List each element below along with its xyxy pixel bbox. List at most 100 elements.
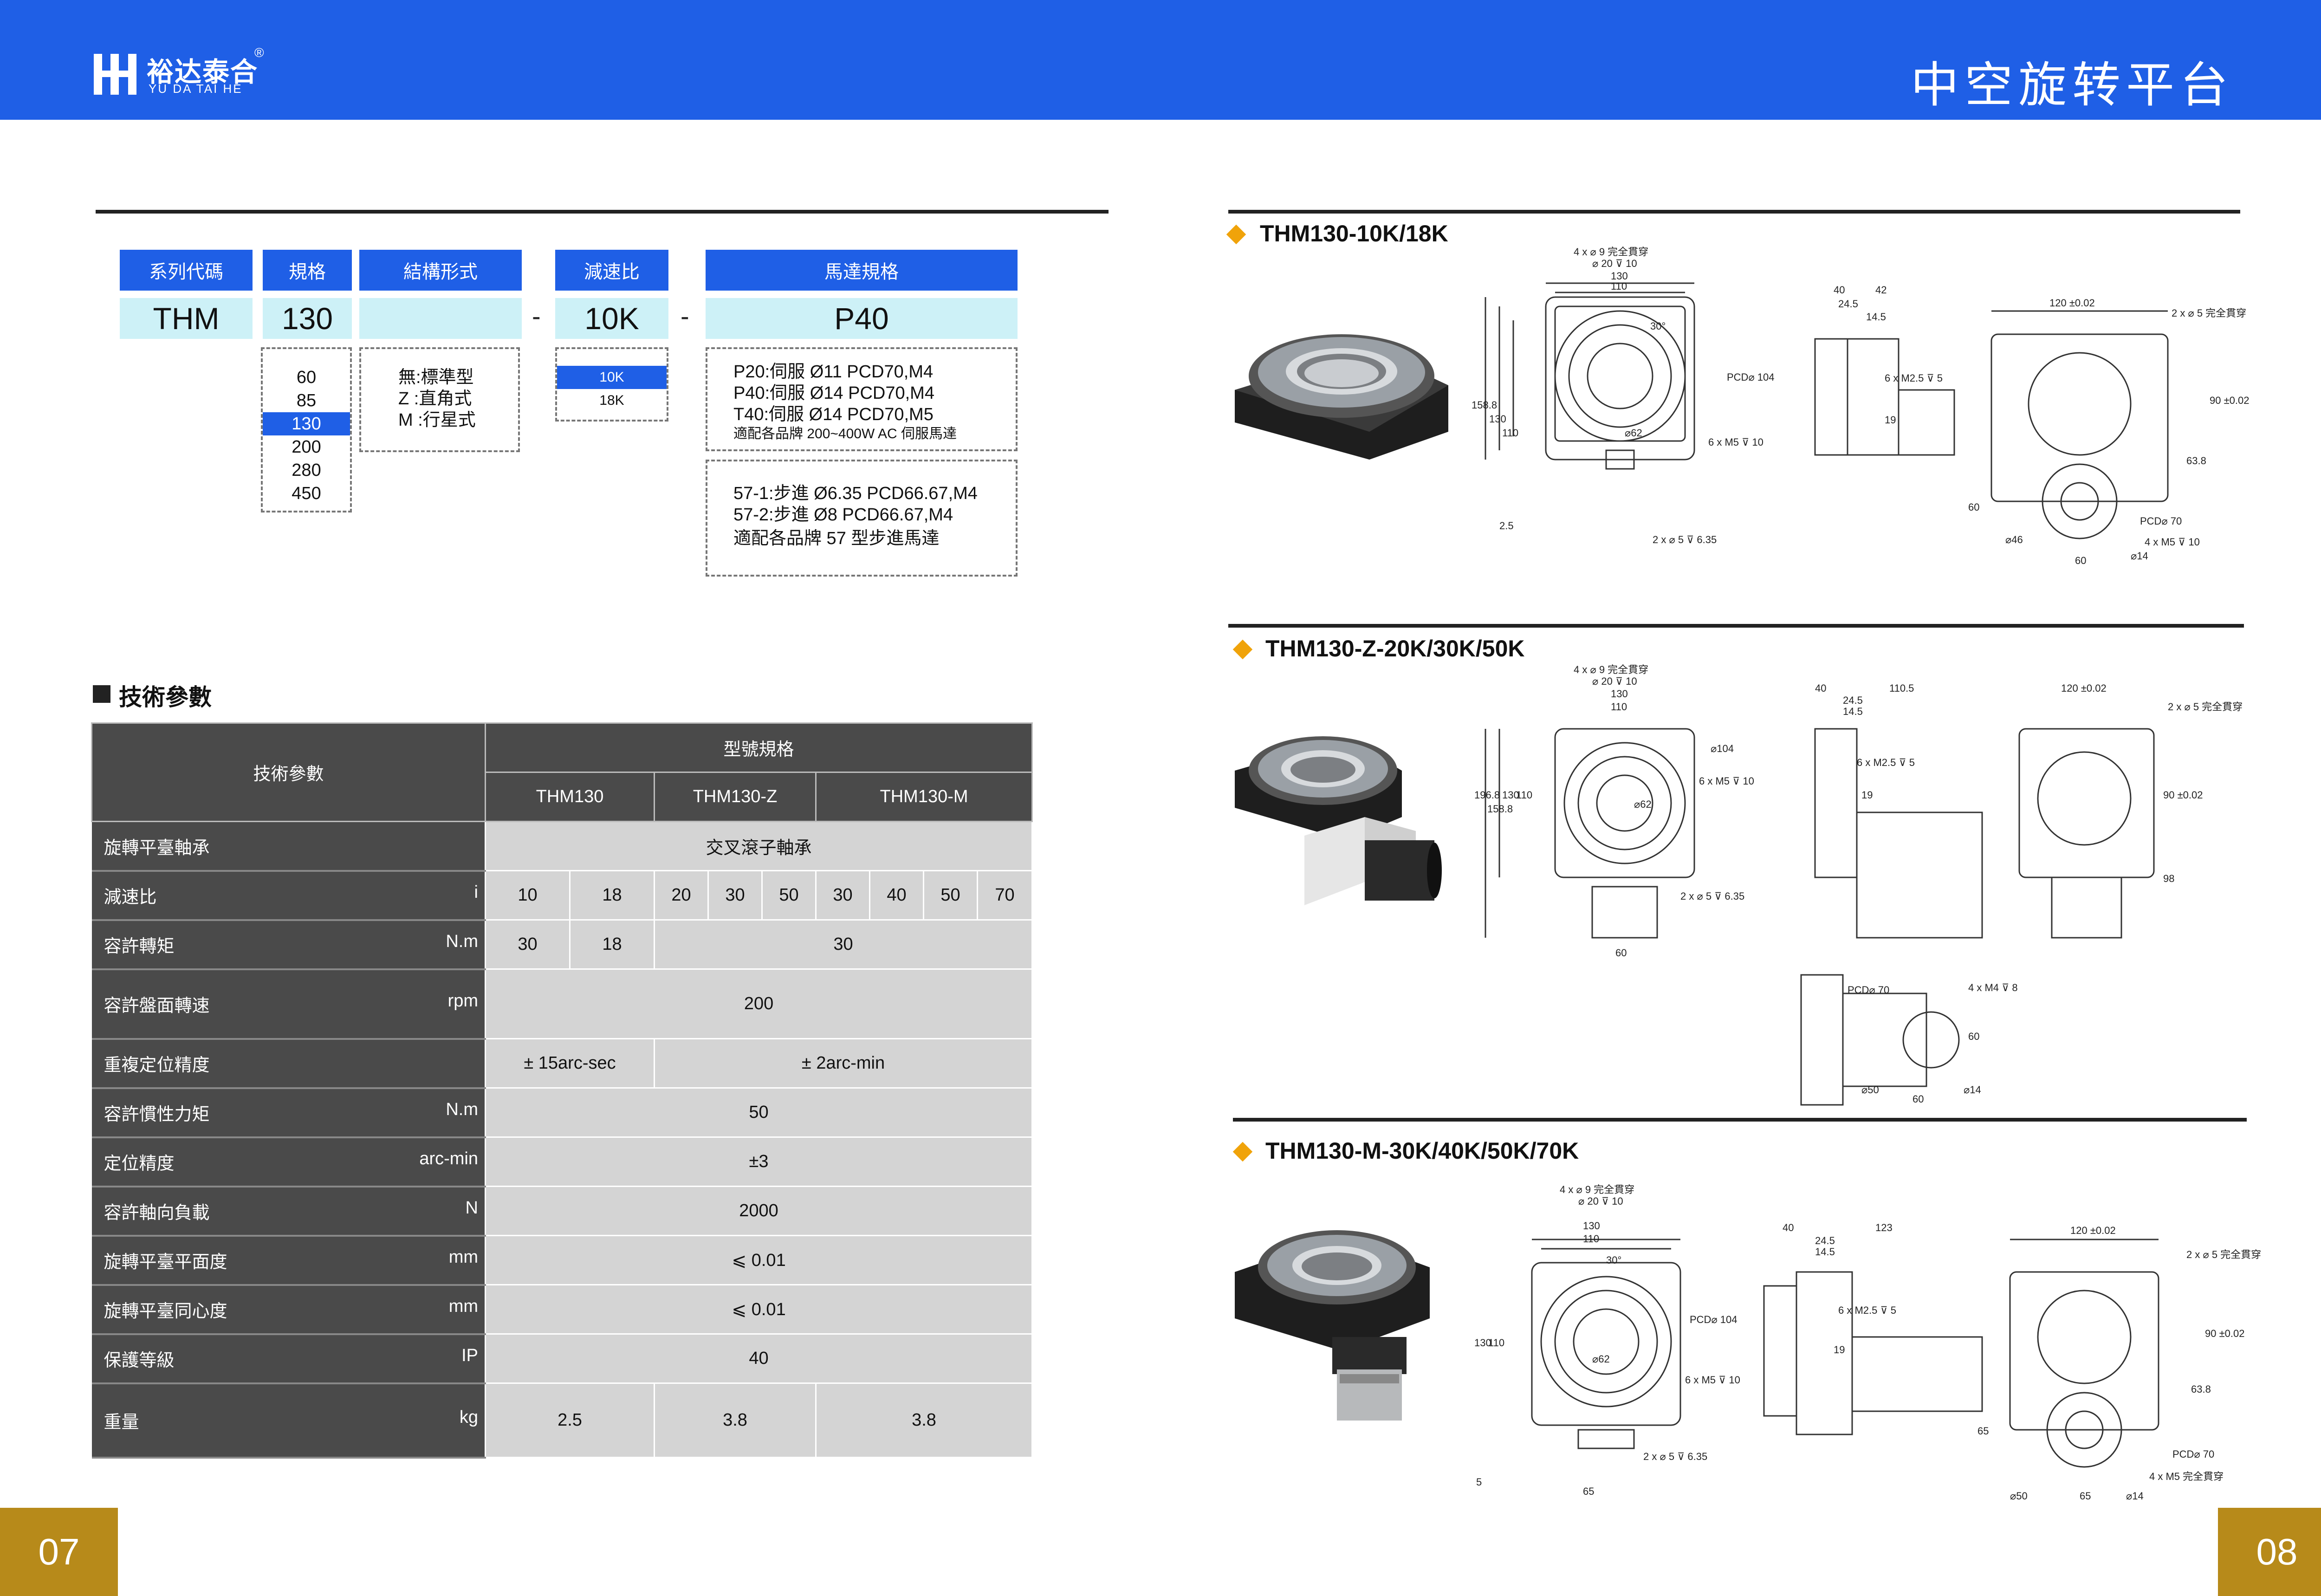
table-cell: 3.8 xyxy=(654,1382,817,1458)
motor-stepper-box: 57-1:步進 Ø6.35 PCD66.67,M4 57-2:步進 Ø8 PCD… xyxy=(706,460,1018,577)
row-unit: mm xyxy=(448,1247,478,1267)
dim-label: 130 xyxy=(1489,413,1506,425)
dim-label: 63.8 xyxy=(2191,1383,2211,1395)
spec-model-col: THM130-M xyxy=(815,772,1033,822)
dim-label: 2 x ⌀ 5 完全貫穿 xyxy=(2186,1249,2261,1260)
dim-label: 6 x M2.5 ⊽ 5 xyxy=(1885,372,1943,384)
table-cell: 50 xyxy=(761,870,817,921)
code-value-motor: P40 xyxy=(706,298,1018,339)
drawing-title: THM130-10K/18K xyxy=(1260,221,1448,247)
drawing-title: THM130-M-30K/40K/50K/70K xyxy=(1265,1138,1579,1164)
brand-logo-icon xyxy=(94,54,136,95)
dim-label: 5 xyxy=(1476,1476,1482,1488)
row-label: 保護等級 xyxy=(104,1351,175,1370)
bullet-diamond-icon xyxy=(1226,224,1246,245)
dim-label: 4 x ⌀ 9 完全貫穿 xyxy=(1574,246,1648,258)
code-header-size: 規格 xyxy=(263,250,352,291)
dim-label: PCD⌀ 104 xyxy=(1727,371,1775,383)
table-cell: 3.8 xyxy=(815,1382,1033,1458)
motor-stepper-option: 57-2:步進 Ø8 PCD66.67,M4 xyxy=(733,505,953,525)
row-unit: mm xyxy=(448,1297,478,1316)
row-label: 減速比 xyxy=(104,888,157,907)
code-header-series: 系列代碼 xyxy=(120,250,253,291)
motor-servo-option: P20:伺服 Ø11 PCD70,M4 xyxy=(733,362,934,382)
dim-label: 40 xyxy=(1834,284,1845,296)
dim-label: 14.5 xyxy=(1843,706,1863,717)
dim-label: 60 xyxy=(1615,947,1627,959)
dim-label: PCD⌀ 104 xyxy=(1690,1314,1738,1325)
dim-label: 60 xyxy=(1968,1031,1979,1042)
dim-label: 90 ±0.02 xyxy=(2205,1328,2244,1339)
table-cell: 40 xyxy=(484,1333,1033,1384)
size-option: 85 xyxy=(296,391,317,410)
code-value-series: THM xyxy=(120,298,253,339)
row-unit: kg xyxy=(459,1408,478,1427)
dim-label: 196.8 xyxy=(1474,789,1500,801)
table-row: 減速比 i 10 18 20 30 50 30 40 50 70 xyxy=(91,870,1033,921)
dim-label: 65 xyxy=(1583,1486,1594,1497)
dim-label: PCD⌀ 70 xyxy=(2172,1448,2214,1460)
dim-label: ⌀ 20 ⊽ 10 xyxy=(1592,258,1637,269)
dim-label: 130 xyxy=(1611,688,1628,700)
row-unit: arc-min xyxy=(419,1149,478,1168)
dim-label: 40 xyxy=(1815,682,1826,694)
page-number-left: 07 xyxy=(0,1508,118,1596)
table-cell: 70 xyxy=(976,870,1033,921)
dim-label: ⌀ 20 ⊽ 10 xyxy=(1578,1195,1623,1207)
table-cell: ±3 xyxy=(484,1136,1033,1187)
dim-label: PCD⌀ 70 xyxy=(1848,984,1889,996)
section-divider xyxy=(1228,624,2244,628)
dim-label: 6 x M5 ⊽ 10 xyxy=(1699,775,1754,787)
size-option-selected: 130 xyxy=(263,412,350,435)
dim-label: 65 xyxy=(2080,1490,2091,1502)
dim-label: ⌀14 xyxy=(2126,1490,2144,1502)
spec-model-col: THM130-Z xyxy=(654,772,817,822)
row-unit: rpm xyxy=(447,991,478,1011)
dim-label: 110 xyxy=(1611,280,1627,292)
dim-label: 6 x M2.5 ⊽ 5 xyxy=(1838,1304,1896,1316)
motor-stepper-option: 57-1:步進 Ø6.35 PCD66.67,M4 xyxy=(733,484,978,503)
table-cell: 30 xyxy=(653,919,1033,970)
dim-label: 2.5 xyxy=(1499,520,1514,532)
table-cell: 30 xyxy=(815,870,870,921)
dim-label: 60 xyxy=(1913,1093,1924,1105)
dim-label: 110 xyxy=(1502,427,1518,439)
dim-label: ⌀50 xyxy=(2010,1490,2028,1502)
dim-label: 30° xyxy=(1606,1254,1621,1266)
dim-label: ⌀14 xyxy=(2131,550,2148,562)
product-photo-standard xyxy=(1235,334,1448,460)
row-label: 重量 xyxy=(104,1413,139,1432)
dim-label: 110 xyxy=(1583,1233,1599,1245)
dim-label: 2 x ⌀ 5 完全貫穿 xyxy=(2168,701,2243,713)
ratio-options-box: 10K 18K xyxy=(555,347,668,422)
motor-servo-option: T40:伺服 Ø14 PCD70,M5 xyxy=(733,405,934,424)
dim-label: 110 xyxy=(1516,789,1532,801)
motor-stepper-note: 適配各品牌 57 型步進馬達 xyxy=(733,529,940,548)
motor-servo-option: P40:伺服 Ø14 PCD70,M4 xyxy=(733,383,934,403)
row-label: 容許盤面轉速 xyxy=(104,996,210,1016)
dim-label: 2 x ⌀ 5 ⊽ 6.35 xyxy=(1653,534,1717,545)
dim-label: 19 xyxy=(1885,414,1896,426)
dim-label: 19 xyxy=(1834,1344,1845,1356)
dim-label: 2 x ⌀ 5 ⊽ 6.35 xyxy=(1643,1451,1707,1462)
technical-drawing-1: 4 x ⌀ 9 完全貫穿 ⌀ 20 ⊽ 10 130 110 30° PCD⌀ … xyxy=(1472,246,2249,566)
spec-title: 技術參數 xyxy=(119,684,212,710)
dim-label: 24.5 xyxy=(1843,694,1863,706)
dim-label: 120 ±0.02 xyxy=(2061,682,2107,694)
code-value-ratio: 10K xyxy=(555,298,668,339)
table-row: 定位精度 arc-min ±3 xyxy=(91,1136,1033,1187)
code-dash: - xyxy=(681,301,689,331)
dim-label: ⌀46 xyxy=(2005,534,2023,545)
section-divider xyxy=(96,210,1109,214)
size-option: 200 xyxy=(292,437,321,457)
table-cell: 2.5 xyxy=(485,1382,655,1458)
dim-label: 4 x M5 ⊽ 10 xyxy=(2145,536,2200,548)
dim-label: 130 xyxy=(1583,1220,1600,1232)
table-row: 保護等級 IP 40 xyxy=(91,1333,1033,1384)
section-divider xyxy=(1228,210,2240,214)
ratio-option-selected: 10K xyxy=(557,366,667,389)
table-row: 旋轉平臺平面度 mm ⩽ 0.01 xyxy=(91,1235,1033,1286)
dim-label: 4 x ⌀ 9 完全貫穿 xyxy=(1560,1184,1634,1195)
code-value-structure xyxy=(359,298,522,339)
spec-header-param: 技術參數 xyxy=(91,722,486,822)
